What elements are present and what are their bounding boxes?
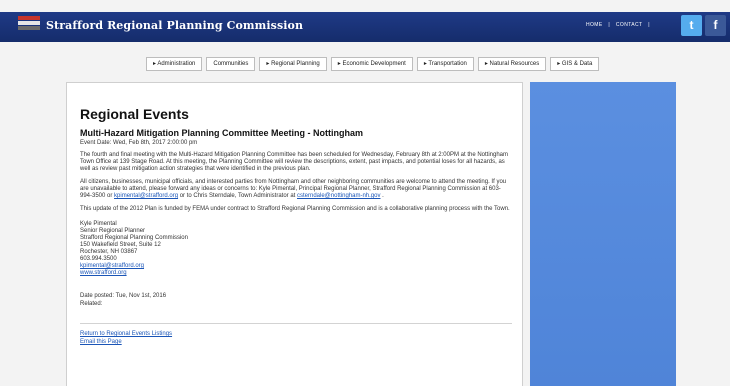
event-paragraph-1: The fourth and final meeting with the Mu… bbox=[80, 152, 509, 172]
signature-line: 150 Wakefield Street, Suite 12 bbox=[80, 242, 161, 248]
site-header: Strafford Regional Planning Commission H… bbox=[0, 0, 730, 42]
separator: | bbox=[608, 22, 611, 28]
page-title: Regional Events bbox=[80, 106, 189, 122]
event-date: Event Date: Wed, Feb 8th, 2017 2:00:00 p… bbox=[80, 140, 198, 146]
signature-email-link[interactable]: kpimental@strafford.org bbox=[80, 263, 512, 270]
twitter-icon[interactable]: t bbox=[681, 15, 702, 36]
tab-economic-development[interactable]: ▸ Economic Development bbox=[330, 57, 413, 71]
email-page-link[interactable]: Email this Page bbox=[80, 338, 512, 346]
main-nav: ▸ Administration Communities ▸ Regional … bbox=[146, 57, 600, 71]
signature-line: Strafford Regional Planning Commission bbox=[80, 235, 188, 241]
separator: | bbox=[648, 22, 650, 28]
signature-line: 603.994.3500 bbox=[80, 256, 117, 262]
signature-line: Kyle Pimental bbox=[80, 221, 117, 227]
tab-communities[interactable]: Communities bbox=[206, 57, 256, 71]
event-paragraph-2: All citizens, businesses, municipal offi… bbox=[80, 179, 512, 200]
signature-line: Rochester, NH 03867 bbox=[80, 249, 138, 255]
paragraph-text: . bbox=[382, 193, 384, 199]
signature-website-link[interactable]: www.strafford.org bbox=[80, 270, 512, 277]
event-title: Multi-Hazard Mitigation Planning Committ… bbox=[80, 128, 363, 138]
related-label: Related: bbox=[80, 301, 103, 307]
divider bbox=[80, 323, 512, 324]
kpimental-email-link[interactable]: kpimental@strafford.org bbox=[114, 193, 178, 199]
csterndale-email-link[interactable]: csterndale@nottingham-nh.gov bbox=[297, 193, 380, 199]
site-logo[interactable] bbox=[18, 16, 40, 32]
contact-link[interactable]: CONTACT bbox=[616, 22, 643, 28]
main-content: Regional Events Multi-Hazard Mitigation … bbox=[80, 106, 512, 346]
site-title[interactable]: Strafford Regional Planning Commission bbox=[46, 19, 303, 32]
paragraph-text: or to Chris Sterndale, Town Administrato… bbox=[179, 193, 297, 199]
tab-natural-resources[interactable]: ▸ Natural Resources bbox=[477, 57, 547, 71]
signature-line: Senior Regional Planner bbox=[80, 228, 146, 234]
tab-regional-planning[interactable]: ▸ Regional Planning bbox=[259, 57, 327, 71]
event-paragraph-3: This update of the 2012 Plan is funded b… bbox=[80, 206, 510, 212]
tab-transportation[interactable]: ▸ Transportation bbox=[416, 57, 474, 71]
return-to-events-link[interactable]: Return to Regional Events Listings bbox=[80, 330, 512, 338]
facebook-icon[interactable]: f bbox=[705, 15, 726, 36]
top-links: HOME | CONTACT | bbox=[584, 22, 652, 28]
sidebar-panel bbox=[530, 82, 676, 386]
footer-links: Return to Regional Events Listings Email… bbox=[80, 330, 512, 346]
tab-gis-data[interactable]: ▸ GIS & Data bbox=[550, 57, 600, 71]
home-link[interactable]: HOME bbox=[586, 22, 603, 28]
tab-administration[interactable]: ▸ Administration bbox=[146, 57, 203, 71]
contact-signature: Kyle Pimental Senior Regional Planner St… bbox=[80, 221, 512, 277]
date-posted: Date posted: Tue, Nov 1st, 2016 bbox=[80, 293, 167, 299]
